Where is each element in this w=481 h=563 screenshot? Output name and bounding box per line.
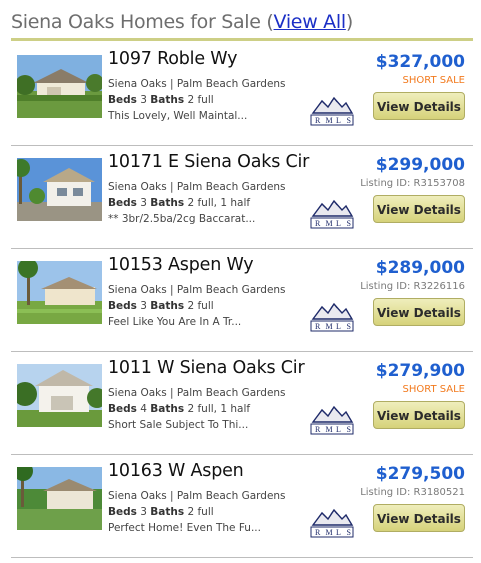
view-details-button[interactable]: View Details: [373, 298, 465, 326]
listing-row: 10171 E Siena Oaks Cir Siena Oaks | Palm …: [11, 146, 473, 249]
baths-label: Baths: [150, 94, 185, 106]
listing-beds-baths: Beds 3 Baths 2 full: [108, 300, 214, 312]
listing-beds-baths: Beds 3 Baths 2 full: [108, 94, 214, 106]
svg-text:M: M: [326, 219, 333, 228]
listing-beds-baths: Beds 4 Baths 2 full, 1 half: [108, 403, 250, 415]
svg-text:M: M: [326, 322, 333, 331]
listing-row: 1011 W Siena Oaks Cir Siena Oaks | Palm B…: [11, 352, 473, 455]
listing-photo[interactable]: [17, 261, 102, 324]
svg-text:S: S: [347, 425, 351, 434]
listing-price: $279,500: [375, 464, 465, 484]
listing-address[interactable]: 1011 W Siena Oaks Cir: [108, 358, 305, 378]
svg-text:R: R: [315, 116, 321, 125]
listing-address[interactable]: 1097 Roble Wy: [108, 49, 237, 69]
rmls-logo: RMLS: [310, 506, 354, 538]
listing-location: Siena Oaks | Palm Beach Gardens: [108, 78, 286, 90]
beds-value: 3: [140, 197, 147, 209]
baths-label: Baths: [150, 197, 185, 209]
svg-text:L: L: [336, 528, 341, 537]
listing-status: SHORT SALE: [402, 75, 465, 86]
view-details-button[interactable]: View Details: [373, 401, 465, 429]
svg-text:S: S: [347, 528, 351, 537]
listing-photo[interactable]: [17, 55, 102, 118]
baths-value: 2 full: [187, 94, 214, 106]
listing-location: Siena Oaks | Palm Beach Gardens: [108, 181, 286, 193]
view-all-link[interactable]: View All: [274, 11, 347, 33]
beds-value: 3: [140, 94, 147, 106]
baths-label: Baths: [150, 300, 185, 312]
listing-status: Listing ID: R3226116: [360, 281, 465, 292]
rmls-logo: RMLS: [310, 403, 354, 435]
rmls-logo: RMLS: [310, 197, 354, 229]
listing-location: Siena Oaks | Palm Beach Gardens: [108, 490, 286, 502]
baths-value: 2 full, 1 half: [187, 197, 251, 209]
svg-text:S: S: [347, 322, 351, 331]
listing-status: SHORT SALE: [402, 384, 465, 395]
listing-description: Short Sale Subject To Thi...: [108, 419, 249, 431]
svg-text:R: R: [315, 219, 321, 228]
view-details-button[interactable]: View Details: [373, 92, 465, 120]
paren-open: (: [266, 11, 274, 33]
page-title: Siena Oaks Homes for Sale (View All): [11, 6, 473, 38]
listing-address[interactable]: 10153 Aspen Wy: [108, 255, 254, 275]
listing-price: $289,000: [375, 258, 465, 278]
svg-text:R: R: [315, 322, 321, 331]
listing-description: ** 3br/2.5ba/2cg Baccarat...: [108, 213, 256, 225]
baths-value: 2 full, 1 half: [187, 403, 251, 415]
svg-text:R: R: [315, 425, 321, 434]
beds-value: 3: [140, 300, 147, 312]
baths-value: 2 full: [187, 300, 214, 312]
listing-photo[interactable]: [17, 364, 102, 427]
listing-price: $279,900: [375, 361, 465, 381]
listing-photo[interactable]: [17, 467, 102, 530]
svg-text:L: L: [336, 322, 341, 331]
listing-address[interactable]: 10171 E Siena Oaks Cir: [108, 152, 309, 172]
section-header: Siena Oaks Homes for Sale (View All): [11, 6, 473, 41]
beds-value: 4: [140, 403, 147, 415]
svg-text:L: L: [336, 219, 341, 228]
listing-row: 10163 W Aspen Siena Oaks | Palm Beach Gar…: [11, 455, 473, 558]
listing-location: Siena Oaks | Palm Beach Gardens: [108, 387, 286, 399]
svg-text:M: M: [326, 425, 333, 434]
rmls-logo: RMLS: [310, 94, 354, 126]
svg-text:R: R: [315, 528, 321, 537]
listing-price: $299,000: [375, 155, 465, 175]
listing-photo[interactable]: [17, 158, 102, 221]
beds-label: Beds: [108, 94, 137, 106]
page-title-text: Siena Oaks Homes for Sale: [11, 11, 267, 33]
listing-status: Listing ID: R3153708: [360, 178, 465, 189]
svg-text:S: S: [347, 219, 351, 228]
listing-description: Feel Like You Are In A Tr...: [108, 316, 242, 328]
rmls-logo: RMLS: [310, 300, 354, 332]
listing-description: Perfect Home! Even The Fu...: [108, 522, 261, 534]
beds-label: Beds: [108, 403, 137, 415]
listing-row: 1097 Roble Wy Siena Oaks | Palm Beach Gar…: [11, 43, 473, 146]
view-details-button[interactable]: View Details: [373, 504, 465, 532]
beds-label: Beds: [108, 300, 137, 312]
listing-description: This Lovely, Well Maintal...: [108, 110, 248, 122]
svg-text:M: M: [326, 116, 333, 125]
listing-beds-baths: Beds 3 Baths 2 full, 1 half: [108, 197, 250, 209]
listing-location: Siena Oaks | Palm Beach Gardens: [108, 284, 286, 296]
svg-text:L: L: [336, 425, 341, 434]
paren-close: ): [345, 11, 353, 33]
beds-label: Beds: [108, 197, 137, 209]
listing-price: $327,000: [375, 52, 465, 72]
svg-text:S: S: [347, 116, 351, 125]
beds-value: 3: [140, 506, 147, 518]
listing-address[interactable]: 10163 W Aspen: [108, 461, 244, 481]
baths-label: Baths: [150, 403, 185, 415]
baths-value: 2 full: [187, 506, 214, 518]
listing-row: 10153 Aspen Wy Siena Oaks | Palm Beach Ga…: [11, 249, 473, 352]
svg-text:M: M: [326, 528, 333, 537]
listing-status: Listing ID: R3180521: [360, 487, 465, 498]
beds-label: Beds: [108, 506, 137, 518]
view-details-button[interactable]: View Details: [373, 195, 465, 223]
svg-text:L: L: [336, 116, 341, 125]
listing-beds-baths: Beds 3 Baths 2 full: [108, 506, 214, 518]
baths-label: Baths: [150, 506, 185, 518]
